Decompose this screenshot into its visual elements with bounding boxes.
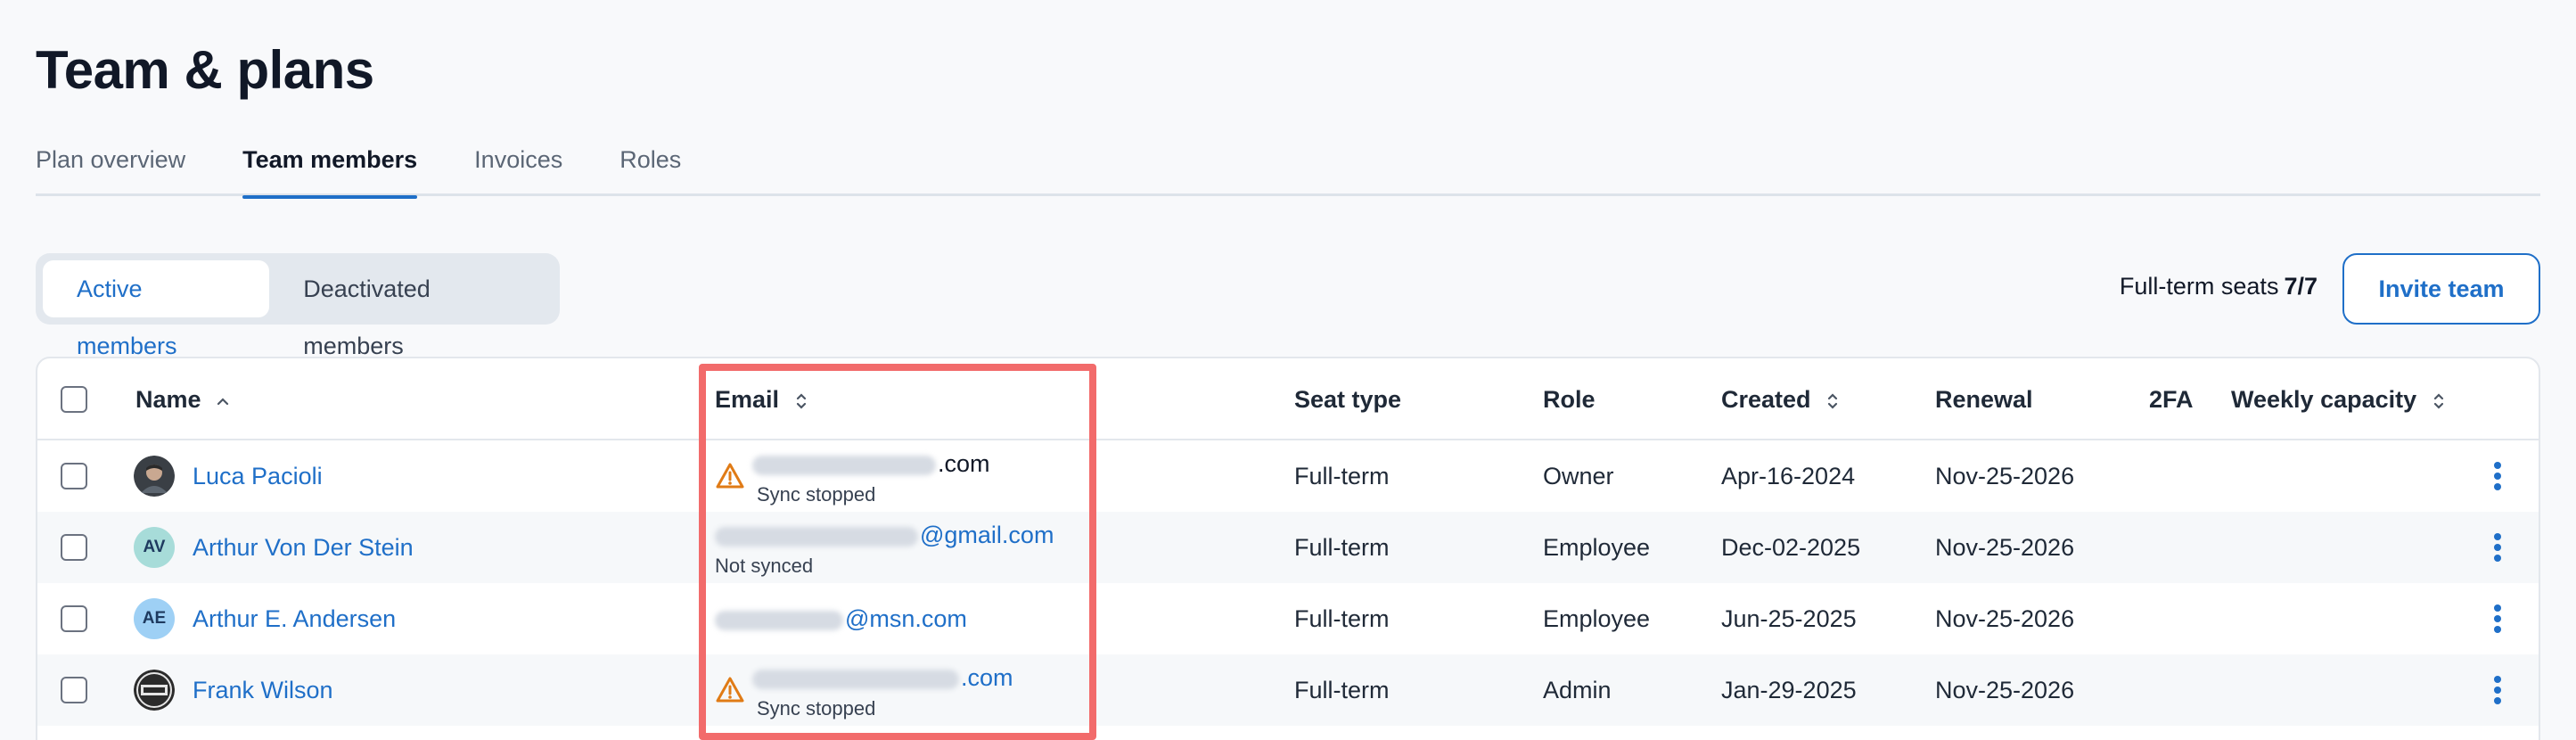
column-created-label: Created xyxy=(1721,386,1811,413)
tab-bar: Plan overview Team members Invoices Role… xyxy=(36,143,2540,199)
invite-team-button[interactable]: Invite team xyxy=(2342,253,2540,325)
table-row[interactable]: Frank Wilson .com Sync stopped Full-term… xyxy=(37,654,2539,726)
members-table: Name Email Seat type Role Created Renewa… xyxy=(36,357,2540,740)
column-email[interactable]: Email xyxy=(715,358,808,440)
seat-type: Full-term xyxy=(1294,534,1390,561)
row-checkbox[interactable] xyxy=(61,534,87,561)
seat-type: Full-term xyxy=(1294,463,1390,489)
column-created[interactable]: Created xyxy=(1721,358,1839,440)
table-header: Name Email Seat type Role Created Renewa… xyxy=(37,358,2539,440)
renewal-date: Nov-25-2026 xyxy=(1935,463,2075,489)
more-options-icon[interactable] xyxy=(2492,672,2503,708)
warning-icon xyxy=(716,677,744,703)
redacted-email xyxy=(752,455,936,475)
page-title: Team & plans xyxy=(36,40,374,100)
sort-ascending-icon xyxy=(217,398,229,405)
sync-status: Sync stopped xyxy=(757,483,876,506)
more-options-icon[interactable] xyxy=(2492,530,2503,565)
table-row[interactable]: Luca Pacioli .com Sync stopped Full-term… xyxy=(37,440,2539,512)
row-checkbox[interactable] xyxy=(61,463,87,489)
renewal-date: Nov-25-2026 xyxy=(1935,677,2075,703)
seat-counter: Full-term seats 7/7 xyxy=(2120,273,2318,300)
select-all-checkbox[interactable] xyxy=(61,386,87,413)
member-name-link[interactable]: Frank Wilson xyxy=(193,654,333,726)
column-weekly-capacity[interactable]: Weekly capacity xyxy=(2231,358,2445,440)
renewal-date: Nov-25-2026 xyxy=(1935,605,2075,632)
warning-icon xyxy=(716,463,744,489)
email-domain: .com xyxy=(961,664,1013,691)
tab-roles[interactable]: Roles xyxy=(619,143,681,196)
row-checkbox[interactable] xyxy=(61,677,87,703)
column-email-label: Email xyxy=(715,386,780,413)
sort-icon xyxy=(1827,393,1838,409)
column-name-label: Name xyxy=(135,386,201,413)
more-options-icon[interactable] xyxy=(2492,601,2503,637)
avatar: AV xyxy=(134,527,175,568)
email-domain: @gmail.com xyxy=(920,522,1054,548)
sync-status: Not synced xyxy=(715,555,814,577)
column-role: Role xyxy=(1543,386,1596,413)
tab-invoices[interactable]: Invoices xyxy=(474,143,562,196)
column-capacity-label: Weekly capacity xyxy=(2231,386,2417,413)
email-text: .com xyxy=(752,663,1013,692)
row-checkbox[interactable] xyxy=(61,605,87,632)
redacted-email xyxy=(715,526,918,547)
seat-value: 7/7 xyxy=(2284,273,2318,300)
created-date: Jan-29-2025 xyxy=(1721,677,1857,703)
sort-icon xyxy=(2433,393,2443,409)
seat-type: Full-term xyxy=(1294,605,1390,632)
active-members-segment[interactable]: Active members xyxy=(43,260,270,359)
sync-status: Sync stopped xyxy=(757,697,876,719)
column-renewal: Renewal xyxy=(1935,386,2033,413)
avatar: AE xyxy=(134,598,175,639)
column-name[interactable]: Name xyxy=(135,358,229,440)
member-name-link[interactable]: Arthur E. Andersen xyxy=(193,583,396,654)
role: Employee xyxy=(1543,605,1651,632)
email-text: @msn.com xyxy=(715,604,967,633)
table-row[interactable]: AV Arthur Von Der Stein @gmail.com Not s… xyxy=(37,512,2539,583)
column-seat-type: Seat type xyxy=(1294,386,1402,413)
role: Owner xyxy=(1543,463,1614,489)
table-row[interactable]: AE Arthur E. Andersen @msn.com Full-term… xyxy=(37,583,2539,654)
redacted-email xyxy=(715,610,843,630)
role: Employee xyxy=(1543,534,1651,561)
email-text: @gmail.com xyxy=(715,521,1054,549)
seat-type: Full-term xyxy=(1294,677,1390,703)
member-name-link[interactable]: Arthur Von Der Stein xyxy=(193,512,414,583)
email-domain: @msn.com xyxy=(845,605,967,632)
created-date: Dec-02-2025 xyxy=(1721,534,1861,561)
email-domain: .com xyxy=(938,450,990,477)
member-status-toggle: Active members Deactivated members xyxy=(36,253,560,359)
role: Admin xyxy=(1543,677,1612,703)
member-name-link[interactable]: Luca Pacioli xyxy=(193,440,323,512)
avatar xyxy=(134,456,175,497)
column-2fa: 2FA xyxy=(2149,386,2194,413)
more-options-icon[interactable] xyxy=(2492,458,2503,494)
redacted-email xyxy=(752,669,959,689)
created-date: Apr-16-2024 xyxy=(1721,463,1856,489)
renewal-date: Nov-25-2026 xyxy=(1935,534,2075,561)
deactivated-members-segment[interactable]: Deactivated members xyxy=(269,260,553,359)
tab-plan-overview[interactable]: Plan overview xyxy=(36,143,185,196)
created-date: Jun-25-2025 xyxy=(1721,605,1857,632)
seat-label: Full-term seats xyxy=(2119,273,2279,300)
sort-icon xyxy=(796,393,806,409)
avatar xyxy=(134,670,175,711)
tab-team-members[interactable]: Team members xyxy=(242,143,418,199)
email-text: .com xyxy=(752,449,990,478)
